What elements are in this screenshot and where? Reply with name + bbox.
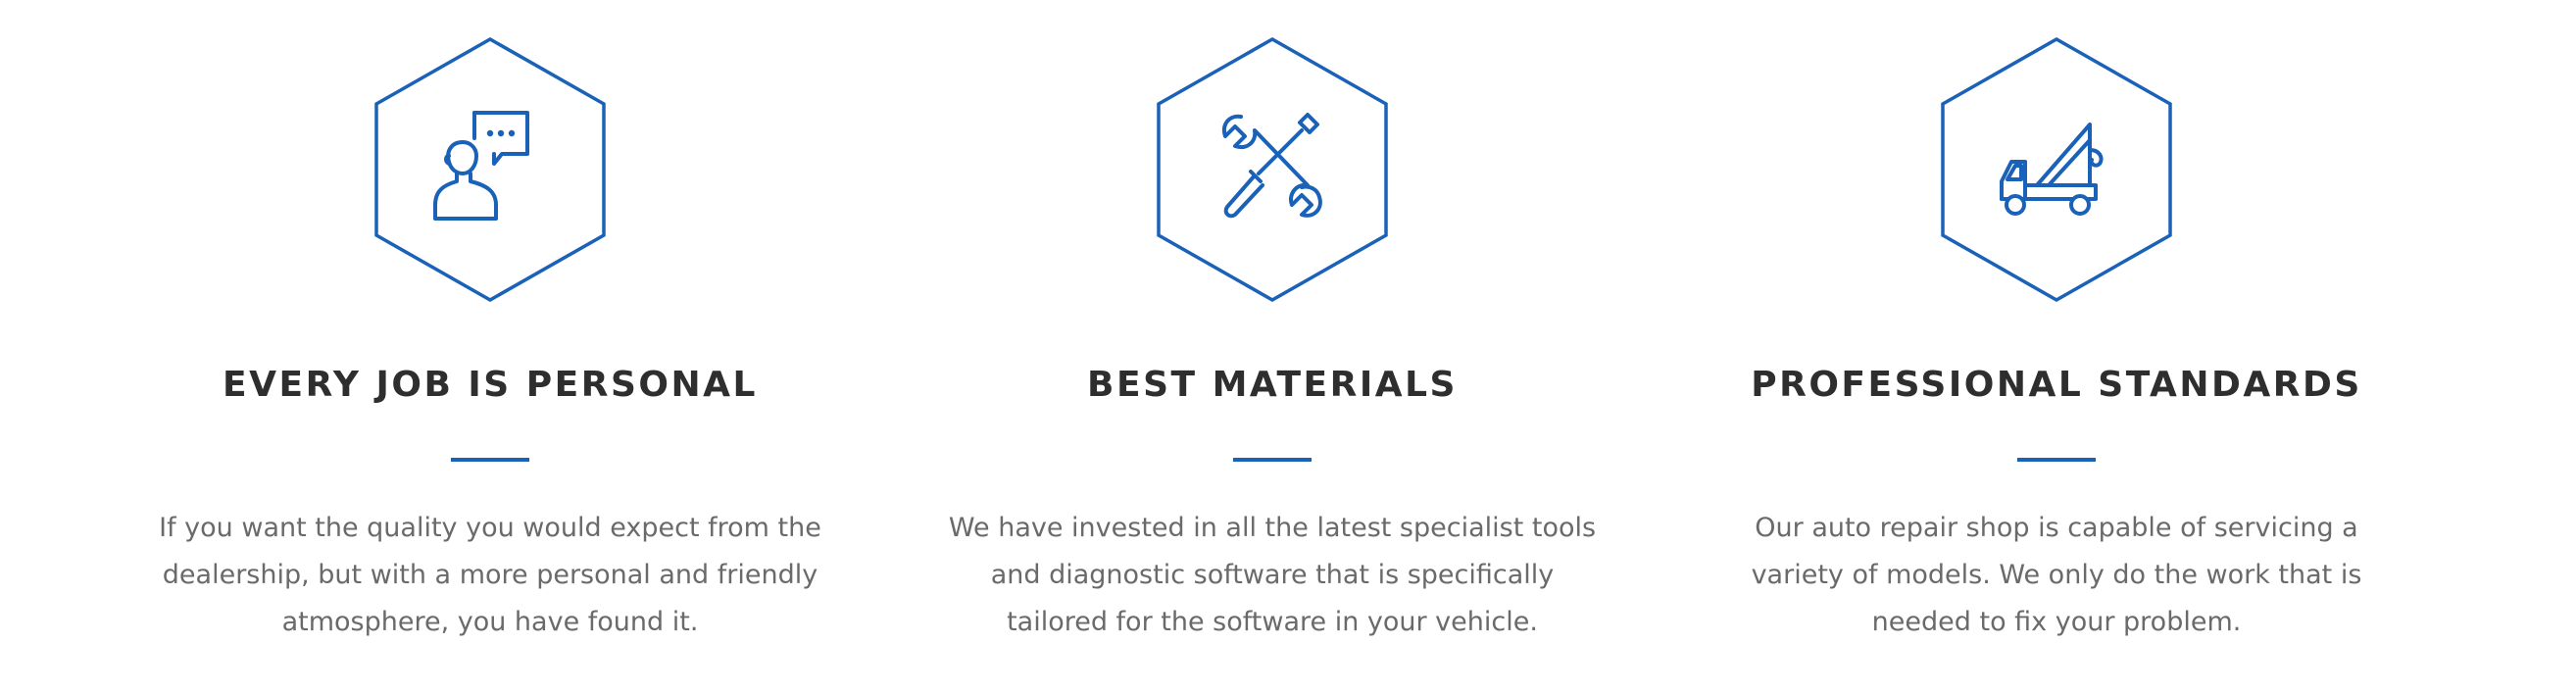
title-underline (451, 458, 529, 462)
feature-description: We have invested in all the latest speci… (948, 513, 1597, 637)
feature-personal: EVERY JOB IS PERSONAL If you want the qu… (88, 0, 892, 694)
features-section: EVERY JOB IS PERSONAL If you want the qu… (0, 0, 2576, 694)
feature-description: If you want the quality you would expect… (159, 513, 821, 637)
hexagon-frame (372, 37, 608, 302)
feature-materials: BEST MATERIALS We have invested in all t… (870, 0, 1674, 694)
wrench-screwdriver-icon (1222, 113, 1322, 219)
hexagon-frame (1155, 37, 1390, 302)
person-speech-bubble-icon (433, 111, 529, 221)
title-underline (2017, 458, 2096, 462)
tow-truck-icon (2000, 123, 2104, 216)
feature-description: Our auto repair shop is capable of servi… (1751, 513, 2362, 637)
feature-title: PROFESSIONAL STANDARDS (1751, 365, 2362, 405)
feature-title: EVERY JOB IS PERSONAL (223, 365, 758, 405)
hexagon-frame (1939, 37, 2174, 302)
title-underline (1233, 458, 1312, 462)
feature-title: BEST MATERIALS (1087, 365, 1458, 405)
feature-standards: PROFESSIONAL STANDARDS Our auto repair s… (1655, 0, 2458, 694)
